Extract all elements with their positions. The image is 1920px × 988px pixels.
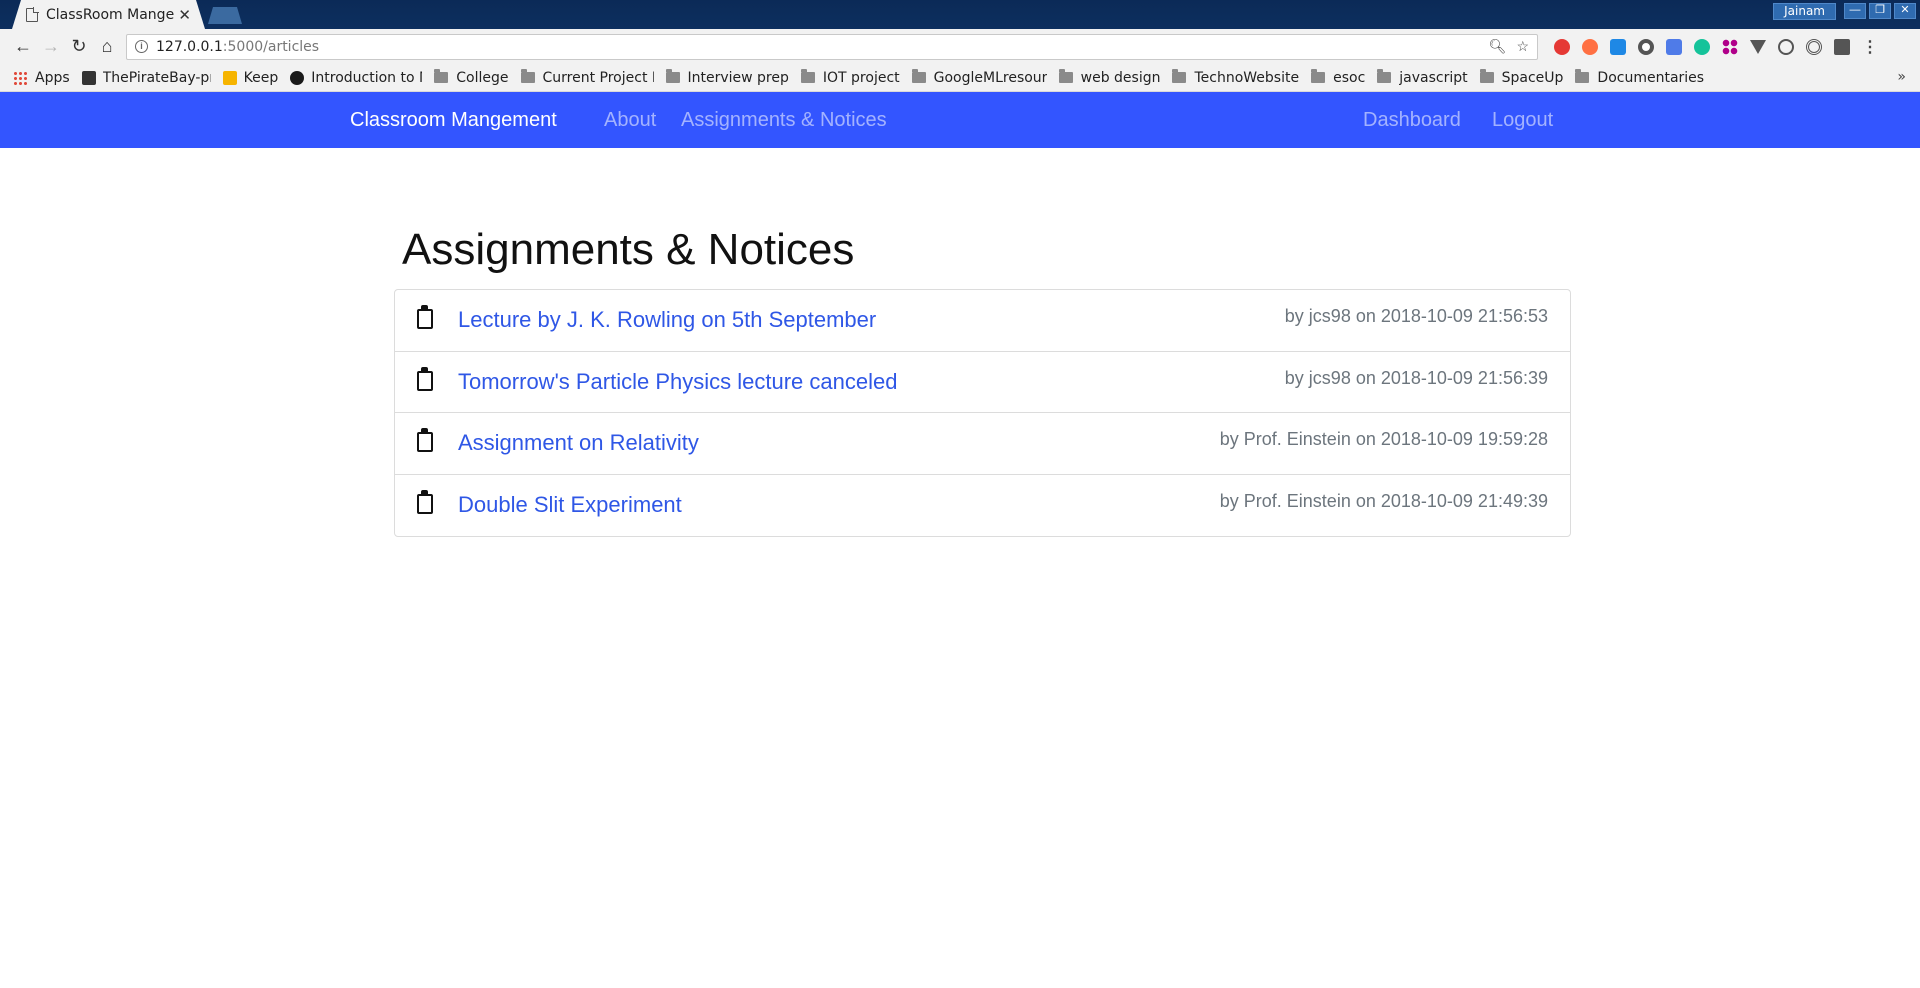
apps-grid-icon xyxy=(13,70,27,85)
pirate-icon xyxy=(81,70,96,85)
bookmark-javascript[interactable]: javascript xyxy=(1377,69,1468,86)
url-path: :5000/articles xyxy=(222,38,320,55)
folder-icon xyxy=(911,69,926,83)
browser-tab-active[interactable]: ClassRoom Mangem ✕ xyxy=(12,0,205,29)
folder-icon xyxy=(1058,69,1073,83)
bookmark-keep[interactable]: Keep xyxy=(222,70,278,86)
clipboard-icon xyxy=(417,366,433,391)
bookmark-web-design[interactable]: web design xyxy=(1058,69,1160,86)
page-icon xyxy=(26,6,39,22)
list-item: Double Slit Experiment by Prof. Einstein… xyxy=(395,475,1570,537)
minimize-button[interactable]: — xyxy=(1844,3,1866,19)
list-item: Assignment on Relativity by Prof. Einste… xyxy=(395,413,1570,475)
target-extension-icon[interactable] xyxy=(1806,38,1822,55)
folder-icon xyxy=(1172,69,1187,83)
forward-arrow-icon[interactable]: → xyxy=(38,34,64,60)
folder-icon xyxy=(1575,69,1590,83)
article-meta: by jcs98 on 2018-10-09 21:56:53 xyxy=(1284,306,1548,326)
new-tab-button[interactable] xyxy=(208,7,242,24)
reload-icon[interactable]: ↻ xyxy=(66,34,92,60)
browser-toolbar: ← → ↻ ⌂ i 127.0.0.1:5000/articles 🔍︎ ☆ ⋮ xyxy=(0,29,1920,64)
list-item: Tomorrow's Particle Physics lecture canc… xyxy=(395,352,1570,413)
article-title-link[interactable]: Double Slit Experiment xyxy=(458,492,682,518)
address-bar[interactable]: i 127.0.0.1:5000/articles 🔍︎ ☆ xyxy=(126,33,1538,60)
bookmark-interview-prep[interactable]: Interview prep xyxy=(665,69,789,86)
browser-titlebar: ClassRoom Mangem ✕ Jainam — ❐ ✕ xyxy=(0,0,1920,29)
close-window-button[interactable]: ✕ xyxy=(1894,3,1916,19)
folder-icon xyxy=(1311,69,1326,83)
mail-extension-icon[interactable] xyxy=(1834,38,1850,55)
bookmark-apps[interactable]: Apps xyxy=(13,70,70,86)
folder-icon xyxy=(520,69,535,83)
article-title-link[interactable]: Assignment on Relativity xyxy=(458,430,699,456)
s-extension-icon[interactable] xyxy=(1610,38,1626,55)
bookmark-googleml[interactable]: GoogleMLresour xyxy=(911,69,1047,86)
page-title: Assignments & Notices xyxy=(402,225,855,274)
browser-menu-icon[interactable]: ⋮ xyxy=(1862,37,1878,57)
folder-icon xyxy=(1479,69,1494,83)
nav-about-link[interactable]: About xyxy=(604,109,656,132)
fire-extension-icon[interactable] xyxy=(1582,38,1598,55)
home-icon[interactable]: ⌂ xyxy=(94,34,120,60)
bookmark-esoc[interactable]: esoc xyxy=(1311,69,1365,86)
nav-logout-link[interactable]: Logout xyxy=(1492,109,1553,132)
edx-icon xyxy=(290,70,305,85)
folder-icon xyxy=(800,69,815,83)
translate-extension-icon[interactable] xyxy=(1666,38,1682,55)
zoom-icon[interactable]: 🔍︎ xyxy=(1489,38,1507,55)
keep-icon xyxy=(222,70,237,85)
bookmark-star-icon[interactable]: ☆ xyxy=(1516,38,1529,55)
clipboard-icon xyxy=(417,305,433,329)
clipboard-icon xyxy=(417,428,433,452)
article-title-link[interactable]: Tomorrow's Particle Physics lecture canc… xyxy=(458,369,897,395)
clipboard-icon xyxy=(417,489,433,514)
vue-extension-icon[interactable] xyxy=(1750,39,1766,54)
bookmarks-overflow-icon[interactable]: » xyxy=(1897,69,1906,85)
article-meta: by Prof. Einstein on 2018-10-09 19:59:28 xyxy=(1219,429,1548,449)
bookmark-iot-project[interactable]: IOT project xyxy=(800,69,900,86)
bookmark-spaceup[interactable]: SpaceUp xyxy=(1479,69,1563,86)
react-extension-icon[interactable] xyxy=(1778,38,1794,55)
tab-title: ClassRoom Mangem xyxy=(46,6,175,23)
bookmarks-bar: Apps ThePirateBay-pr Keep Introduction t… xyxy=(0,64,1920,92)
grammarly-extension-icon[interactable] xyxy=(1694,38,1710,55)
article-meta: by jcs98 on 2018-10-09 21:56:39 xyxy=(1284,367,1548,388)
folder-icon xyxy=(434,69,449,83)
dots-extension-icon[interactable] xyxy=(1722,38,1738,55)
articles-list: Lecture by J. K. Rowling on 5th Septembe… xyxy=(394,289,1571,537)
url-host: 127.0.0.1 xyxy=(156,38,223,55)
bookmark-technowebsite[interactable]: TechnoWebsite xyxy=(1172,69,1299,86)
list-item: Lecture by J. K. Rowling on 5th Septembe… xyxy=(395,290,1570,352)
brand-link[interactable]: Classroom Mangement xyxy=(350,109,557,132)
folder-icon xyxy=(1377,69,1392,83)
bookmark-piratebay[interactable]: ThePirateBay-pr xyxy=(81,70,211,86)
article-meta: by Prof. Einstein on 2018-10-09 21:49:39 xyxy=(1219,490,1548,511)
back-arrow-icon[interactable]: ← xyxy=(10,34,36,60)
record-extension-icon[interactable] xyxy=(1638,38,1654,55)
bookmark-documentaries[interactable]: Documentaries xyxy=(1575,69,1704,86)
profile-button[interactable]: Jainam xyxy=(1773,3,1836,20)
extensions-bar xyxy=(1554,38,1850,55)
restore-button[interactable]: ❐ xyxy=(1869,3,1891,19)
site-info-icon[interactable]: i xyxy=(135,40,148,53)
article-title-link[interactable]: Lecture by J. K. Rowling on 5th Septembe… xyxy=(458,307,876,333)
nav-assignments-link[interactable]: Assignments & Notices xyxy=(681,109,887,132)
site-navbar: Classroom Mangement About Assignments & … xyxy=(0,92,1920,148)
folder-icon xyxy=(665,69,680,83)
bookmark-introduction[interactable]: Introduction to M xyxy=(290,70,422,86)
tab-close-icon[interactable]: ✕ xyxy=(178,6,191,24)
bookmark-current-project[interactable]: Current Project F xyxy=(520,69,654,86)
adblock-extension-icon[interactable] xyxy=(1554,38,1570,55)
nav-dashboard-link[interactable]: Dashboard xyxy=(1363,109,1461,132)
bookmark-college[interactable]: College xyxy=(434,69,509,86)
